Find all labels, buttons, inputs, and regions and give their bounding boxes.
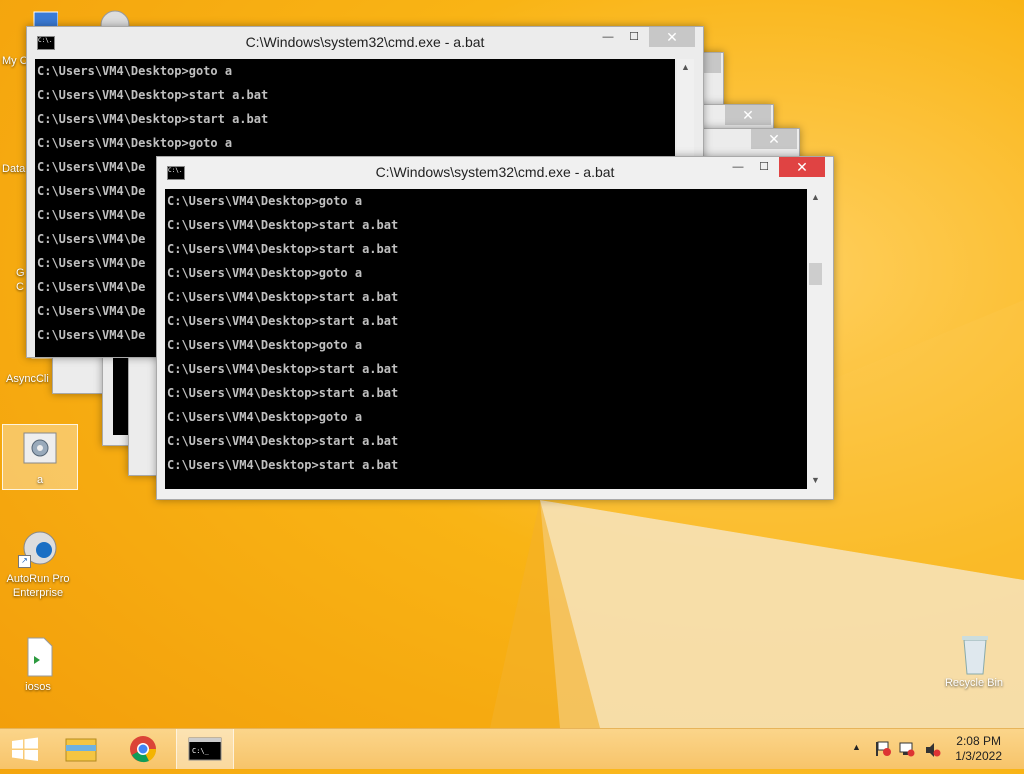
shortcut-arrow-icon: ↗ bbox=[18, 555, 31, 568]
system-clock[interactable]: 2:08 PM 1/3/2022 bbox=[955, 734, 1002, 764]
taskbar-cmd[interactable]: C:\_ bbox=[176, 729, 234, 769]
console-line: C:\Users\VM4\Desktop>goto a bbox=[37, 64, 233, 78]
desktop: My C Data G C AsyncCli a ↗ AutoRun Pro E… bbox=[0, 0, 1024, 728]
start-button[interactable] bbox=[0, 729, 50, 769]
recycle-bin-icon bbox=[954, 632, 994, 675]
clock-time: 2:08 PM bbox=[956, 734, 1001, 748]
console-line: C:\Users\VM4\Desktop>goto a bbox=[167, 338, 363, 352]
windows-start-icon bbox=[12, 737, 38, 761]
desktop-icon-label: Recycle Bin bbox=[944, 677, 1004, 689]
desktop-icon-autorun[interactable]: ↗ AutoRun Pro Enterprise bbox=[0, 528, 76, 600]
taskbar-chrome[interactable] bbox=[116, 729, 170, 769]
console-line: C:\Users\VM4\Desktop>start a.bat bbox=[37, 88, 269, 102]
console-line: C:\Users\VM4\Desktop>start a.bat bbox=[167, 290, 399, 304]
console-line: C:\Users\VM4\Desktop>start a.bat bbox=[167, 242, 399, 256]
close-icon[interactable]: ✕ bbox=[779, 157, 825, 177]
console-line: C:\Users\VM4\Desktop>start a.bat bbox=[167, 458, 399, 472]
action-center-flag-icon bbox=[876, 741, 891, 756]
console-line: C:\Users\VM4\Desktop>start a.bat bbox=[167, 314, 399, 328]
file-icon bbox=[18, 636, 58, 677]
notification-area: ▲ bbox=[846, 729, 946, 769]
show-hidden-icons-icon[interactable]: ▲ bbox=[852, 742, 861, 752]
desktop-icon-recycle-bin[interactable]: Recycle Bin bbox=[936, 632, 1012, 690]
svg-text:C:\_: C:\_ bbox=[192, 747, 210, 755]
console-line: C:\Users\VM4\Desktop>start a.bat bbox=[167, 386, 399, 400]
cmd-window-front[interactable]: C:\. C:\Windows\system32\cmd.exe - a.bat… bbox=[156, 156, 834, 500]
vertical-scrollbar[interactable]: ▲ ▼ bbox=[807, 189, 824, 489]
desktop-icon-iosos[interactable]: iosos bbox=[0, 636, 76, 694]
desktop-icon-a[interactable]: a bbox=[2, 424, 78, 490]
file-explorer-icon bbox=[65, 738, 97, 762]
console-line: C:\Users\VM4\Desktop>goto a bbox=[37, 136, 233, 150]
console-line: C:\Users\VM4\Desktop>start a.bat bbox=[167, 434, 399, 448]
chrome-icon bbox=[130, 736, 157, 763]
console-line: C:\Users\VM4\Desktop>goto a bbox=[167, 410, 363, 424]
volume-muted-icon bbox=[926, 743, 941, 757]
maximize-icon[interactable]: ☐ bbox=[751, 157, 777, 177]
autorun-icon: ↗ bbox=[18, 528, 58, 568]
console-line: C:\Users\VM4\Desktop>goto a bbox=[167, 266, 363, 280]
close-icon[interactable]: ✕ bbox=[751, 129, 797, 149]
desktop-icon-label: iosos bbox=[25, 681, 51, 693]
desktop-icon-label: AutoRun Pro Enterprise bbox=[6, 573, 70, 599]
scroll-down-icon[interactable]: ▼ bbox=[807, 472, 824, 489]
console-line: C:\Users\VM4\Desktop>goto a bbox=[167, 194, 363, 208]
cmd-icon: C:\_ bbox=[188, 737, 222, 761]
console-output: C:\Users\VM4\Desktop>goto a C:\Users\VM4\… bbox=[165, 189, 807, 489]
network-icon bbox=[899, 742, 915, 757]
scroll-thumb[interactable] bbox=[809, 263, 822, 285]
minimize-icon[interactable]: — bbox=[725, 157, 751, 177]
title-bar[interactable]: C:\. C:\Windows\system32\cmd.exe - a.bat… bbox=[157, 157, 833, 187]
close-icon[interactable]: ✕ bbox=[725, 105, 771, 125]
tray-icons bbox=[876, 741, 941, 757]
batch-file-icon bbox=[20, 429, 60, 469]
scroll-up-icon[interactable]: ▲ bbox=[677, 59, 694, 76]
taskbar-file-explorer[interactable] bbox=[56, 729, 106, 769]
minimize-icon[interactable]: — bbox=[595, 27, 621, 47]
close-icon[interactable]: ✕ bbox=[649, 27, 695, 47]
console-line: C:\Users\VM4\Desktop>start a.bat bbox=[37, 112, 269, 126]
console-line: C:\Users\VM4\Desktop>start a.bat bbox=[167, 218, 399, 232]
taskbar: C:\_ ▲ 2:08 PM 1/3/2022 bbox=[0, 728, 1024, 769]
desktop-icon-label: a bbox=[36, 474, 44, 486]
scroll-up-icon[interactable]: ▲ bbox=[807, 189, 824, 206]
console-line: C:\Users\VM4\Desktop>start a.bat bbox=[167, 362, 399, 376]
title-bar[interactable]: C:\. C:\Windows\system32\cmd.exe - a.bat… bbox=[27, 27, 703, 57]
clock-date: 1/3/2022 bbox=[955, 749, 1002, 763]
maximize-icon[interactable]: ☐ bbox=[621, 27, 647, 47]
